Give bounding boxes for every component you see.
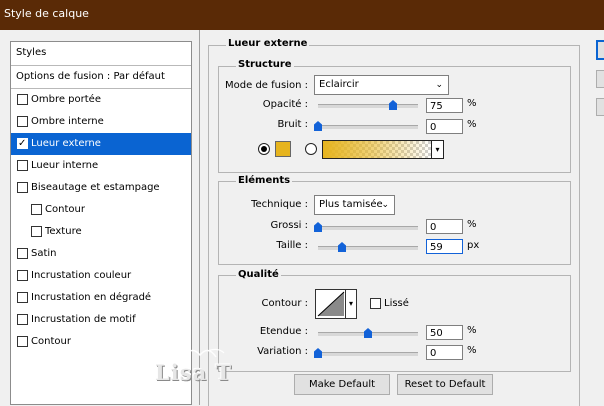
noise-slider-track[interactable] xyxy=(318,125,418,129)
style-item-gradient-overlay[interactable]: Incrustation en dégradé xyxy=(11,287,191,309)
caret-down-icon[interactable]: ▾ xyxy=(431,141,443,158)
size-slider-track[interactable] xyxy=(318,246,418,250)
new-style-button[interactable] xyxy=(596,98,604,116)
contour-curve-icon xyxy=(317,291,345,317)
style-item-outer-glow[interactable]: Lueur externe xyxy=(11,133,191,155)
antialias-checkbox[interactable] xyxy=(370,298,381,309)
style-item-label: Satin xyxy=(31,248,57,259)
style-item-bevel-contour[interactable]: Contour xyxy=(11,199,191,221)
make-default-button[interactable]: Make Default xyxy=(294,374,390,395)
blend-mode-label: Mode de fusion : xyxy=(225,80,308,91)
blend-mode-value: Eclaircir xyxy=(319,79,359,90)
inner-shadow-checkbox[interactable] xyxy=(17,116,28,127)
radio-dot xyxy=(261,146,267,152)
style-item-color-overlay[interactable]: Incrustation couleur xyxy=(11,265,191,287)
blend-mode-select[interactable]: Eclaircir ⌄ xyxy=(314,75,449,95)
noise-unit: % xyxy=(467,119,477,130)
contour-picker[interactable]: ▾ xyxy=(315,289,357,319)
technique-value: Plus tamisée xyxy=(319,199,383,210)
pattern-overlay-checkbox[interactable] xyxy=(17,314,28,325)
satin-checkbox[interactable] xyxy=(17,248,28,259)
jitter-slider-track[interactable] xyxy=(318,352,418,356)
style-item-stroke[interactable]: Contour xyxy=(11,331,191,353)
style-item-label: Texture xyxy=(45,226,82,237)
chevron-down-icon: ⌄ xyxy=(435,80,443,90)
quality-group xyxy=(218,275,571,372)
gradient-overlay-checkbox[interactable] xyxy=(17,292,28,303)
range-input[interactable]: 50 xyxy=(426,325,463,340)
style-item-label: Lueur externe xyxy=(31,138,101,149)
style-item-inner-shadow[interactable]: Ombre interne xyxy=(11,111,191,133)
jitter-input[interactable]: 0 xyxy=(426,345,463,360)
title-bar[interactable]: Style de calque xyxy=(0,0,604,30)
stroke-checkbox[interactable] xyxy=(17,336,28,347)
style-item-texture[interactable]: Texture xyxy=(11,221,191,243)
style-item-label: Incrustation de motif xyxy=(31,314,136,325)
range-unit: % xyxy=(467,325,477,336)
gradient-preview xyxy=(323,141,432,158)
style-item-label: Lueur interne xyxy=(31,160,99,171)
inner-glow-checkbox[interactable] xyxy=(17,160,28,171)
opacity-input[interactable]: 75 xyxy=(426,98,463,113)
reset-default-button[interactable]: Reset to Default xyxy=(397,374,493,395)
style-item-drop-shadow[interactable]: Ombre portée xyxy=(11,89,191,111)
watermark-text: Lisa T xyxy=(155,360,233,385)
style-item-satin[interactable]: Satin xyxy=(11,243,191,265)
jitter-unit: % xyxy=(467,345,477,356)
texture-checkbox[interactable] xyxy=(31,226,42,237)
spread-input[interactable]: 0 xyxy=(426,219,463,234)
style-item-bevel-emboss[interactable]: Biseautage et estampage xyxy=(11,177,191,199)
contour-label: Contour : xyxy=(261,298,308,309)
style-item-label: Ombre portée xyxy=(31,94,101,105)
noise-label: Bruit : xyxy=(277,119,308,130)
bevel-contour-checkbox[interactable] xyxy=(31,204,42,215)
outer-glow-checkbox[interactable] xyxy=(17,133,28,155)
blending-options-item[interactable]: Options de fusion : Par défaut xyxy=(11,66,191,88)
spread-unit: % xyxy=(467,219,477,230)
gradient-picker[interactable]: ▾ xyxy=(322,140,444,159)
size-input[interactable]: 59 xyxy=(426,239,463,254)
opacity-unit: % xyxy=(467,98,477,109)
style-item-inner-glow[interactable]: Lueur interne xyxy=(11,155,191,177)
style-item-label: Contour xyxy=(45,204,85,215)
noise-input[interactable]: 0 xyxy=(426,119,463,134)
glow-color-swatch[interactable] xyxy=(275,141,291,157)
panel-title: Lueur externe xyxy=(226,38,310,49)
spread-label: Grossi : xyxy=(270,220,308,231)
style-item-label: Incrustation en dégradé xyxy=(31,292,152,303)
caret-down-icon[interactable]: ▾ xyxy=(345,290,356,318)
antialias-label: Lissé xyxy=(384,298,409,309)
blending-options-label: Options de fusion : Par défaut xyxy=(16,71,165,82)
gradient-radio[interactable] xyxy=(305,143,317,155)
elements-title: Eléments xyxy=(236,175,293,186)
style-item-label: Ombre interne xyxy=(31,116,104,127)
bevel-emboss-checkbox[interactable] xyxy=(17,182,28,193)
opacity-label: Opacité : xyxy=(262,99,308,110)
range-label: Etendue : xyxy=(259,326,308,337)
structure-title: Structure xyxy=(236,59,294,70)
opacity-slider-track[interactable] xyxy=(318,104,418,108)
spread-slider-track[interactable] xyxy=(318,226,418,230)
styles-header[interactable]: Styles xyxy=(11,42,191,64)
color-radio[interactable] xyxy=(258,143,270,155)
styles-header-label: Styles xyxy=(16,47,47,58)
size-label: Taille : xyxy=(276,240,308,251)
technique-label: Technique : xyxy=(251,199,308,210)
styles-list: Styles Options de fusion : Par défaut Om… xyxy=(10,41,192,405)
style-item-pattern-overlay[interactable]: Incrustation de motif xyxy=(11,309,191,331)
cancel-button[interactable] xyxy=(596,70,604,88)
quality-title: Qualité xyxy=(236,269,281,280)
chevron-down-icon: ⌄ xyxy=(381,200,389,210)
size-unit: px xyxy=(467,240,480,251)
drop-shadow-checkbox[interactable] xyxy=(17,94,28,105)
ok-button[interactable] xyxy=(596,40,604,60)
technique-select[interactable]: Plus tamisée ⌄ xyxy=(314,195,395,215)
style-item-label: Contour xyxy=(31,336,71,347)
color-overlay-checkbox[interactable] xyxy=(17,270,28,281)
style-item-label: Biseautage et estampage xyxy=(31,182,160,193)
style-item-label: Incrustation couleur xyxy=(31,270,132,281)
window-title: Style de calque xyxy=(4,7,89,20)
